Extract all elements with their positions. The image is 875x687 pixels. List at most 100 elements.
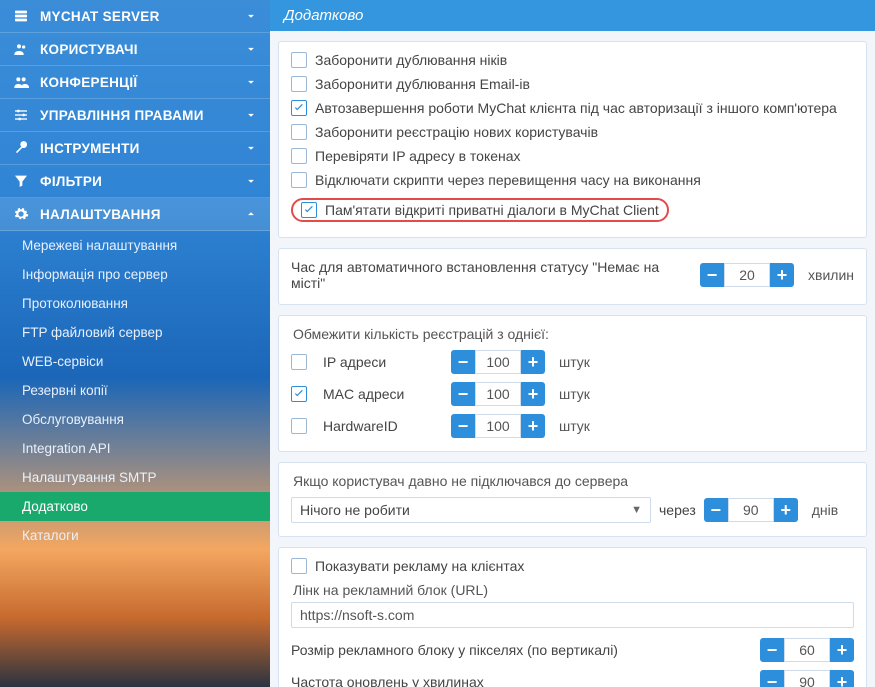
server-icon	[12, 8, 30, 24]
checkbox-label: Автозавершення роботи MyChat клієнта під…	[315, 100, 837, 116]
page-title: Додатково	[270, 0, 875, 31]
checkbox[interactable]	[291, 148, 307, 164]
chevron-down-icon: ▼	[631, 504, 642, 516]
away-status-label: Час для автоматичного встановлення стату…	[291, 259, 692, 291]
chevron-down-icon	[244, 8, 258, 24]
unit-label: штук	[559, 386, 590, 402]
ad-freq-label: Частота оновлень у хвилинах	[291, 674, 752, 687]
decrement-button[interactable]: −	[451, 382, 475, 406]
sidebar: MYCHAT SERVER КОРИСТУВАЧІ КОНФЕРЕНЦІЇ УП…	[0, 0, 270, 687]
nav-label: КОНФЕРЕНЦІЇ	[40, 75, 244, 90]
users-icon	[12, 41, 30, 57]
away-unit: хвилин	[808, 267, 854, 283]
sidebar-sub-item[interactable]: Integration API	[0, 434, 270, 463]
idle-title: Якщо користувач давно не підключався до …	[293, 473, 854, 489]
group-icon	[12, 74, 30, 90]
checkbox-label: Заборонити реєстрацію нових користувачів	[315, 124, 598, 140]
ad-freq-decrement-button[interactable]: −	[760, 670, 784, 687]
reglimit-row-label: HardwareID	[323, 418, 443, 434]
checkbox[interactable]	[291, 52, 307, 68]
away-increment-button[interactable]: +	[770, 263, 794, 287]
ad-size-input[interactable]	[784, 638, 830, 662]
gear-icon	[12, 206, 30, 222]
sidebar-sub-item[interactable]: Обслуговування	[0, 405, 270, 434]
checkbox[interactable]	[291, 386, 307, 402]
checkbox[interactable]	[291, 124, 307, 140]
nav-label: УПРАВЛІННЯ ПРАВАМИ	[40, 108, 244, 123]
increment-button[interactable]: +	[521, 382, 545, 406]
checkbox[interactable]	[291, 354, 307, 370]
decrement-button[interactable]: −	[451, 350, 475, 374]
checks-panel: Заборонити дублювання ніківЗаборонити ду…	[278, 41, 867, 238]
wrench-icon	[12, 140, 30, 156]
idle-action-value: Нічого не робити	[300, 502, 410, 518]
sliders-icon	[12, 107, 30, 123]
ad-freq-increment-button[interactable]: +	[830, 670, 854, 687]
nav-users[interactable]: КОРИСТУВАЧІ	[0, 33, 270, 66]
reglimit-title: Обмежити кількість реєстрацій з однієї:	[293, 326, 854, 342]
idle-increment-button[interactable]: +	[774, 498, 798, 522]
ad-size-increment-button[interactable]: +	[830, 638, 854, 662]
checkbox-label: Заборонити дублювання ніків	[315, 52, 507, 68]
sidebar-sub-item[interactable]: Резервні копії	[0, 376, 270, 405]
ad-panel: Показувати рекламу на клієнтах Лінк на р…	[278, 547, 867, 687]
idle-value-input[interactable]	[728, 498, 774, 522]
decrement-button[interactable]: −	[451, 414, 475, 438]
reglimit-row-label: IP адреси	[323, 354, 443, 370]
ad-show-checkbox[interactable]	[291, 558, 307, 574]
reglimit-value-input[interactable]	[475, 350, 521, 374]
ad-freq-input[interactable]	[784, 670, 830, 687]
content-area: Додатково Заборонити дублювання ніківЗаб…	[270, 0, 875, 687]
idle-panel: Якщо користувач давно не підключався до …	[278, 462, 867, 537]
away-value-input[interactable]	[724, 263, 770, 287]
checkbox[interactable]	[301, 202, 317, 218]
increment-button[interactable]: +	[521, 414, 545, 438]
nav-conferences[interactable]: КОНФЕРЕНЦІЇ	[0, 66, 270, 99]
nav-mychat-server[interactable]: MYCHAT SERVER	[0, 0, 270, 33]
sidebar-sub-item[interactable]: FTP файловий сервер	[0, 318, 270, 347]
idle-unit: днів	[812, 502, 838, 518]
nav-label: КОРИСТУВАЧІ	[40, 42, 244, 57]
chevron-down-icon	[244, 140, 258, 156]
idle-after-label: через	[659, 502, 696, 518]
increment-button[interactable]: +	[521, 350, 545, 374]
checkbox[interactable]	[291, 418, 307, 434]
checkbox[interactable]	[291, 76, 307, 92]
ad-size-label: Розмір рекламного блоку у пікселях (по в…	[291, 642, 752, 658]
nav-label: MYCHAT SERVER	[40, 9, 244, 24]
sidebar-sub-item[interactable]: WEB-сервіси	[0, 347, 270, 376]
nav-tools[interactable]: ІНСТРУМЕНТИ	[0, 132, 270, 165]
away-decrement-button[interactable]: −	[700, 263, 724, 287]
ad-show-label: Показувати рекламу на клієнтах	[315, 558, 524, 574]
idle-action-select[interactable]: Нічого не робити ▼	[291, 497, 651, 523]
funnel-icon	[12, 173, 30, 189]
reglimit-value-input[interactable]	[475, 414, 521, 438]
nav-settings[interactable]: НАЛАШТУВАННЯ	[0, 198, 270, 231]
nav-filters[interactable]: ФІЛЬТРИ	[0, 165, 270, 198]
checkbox-label: Перевіряти IP адресу в токенах	[315, 148, 521, 164]
sidebar-sub-item[interactable]: Налаштування SMTP	[0, 463, 270, 492]
checkbox-label: Пам'ятати відкриті приватні діалоги в My…	[325, 202, 659, 218]
reglimit-panel: Обмежити кількість реєстрацій з однієї: …	[278, 315, 867, 452]
sidebar-sub-item[interactable]: Інформація про сервер	[0, 260, 270, 289]
away-panel: Час для автоматичного встановлення стату…	[278, 248, 867, 305]
chevron-down-icon	[244, 74, 258, 90]
ad-url-label: Лінк на рекламний блок (URL)	[293, 582, 854, 598]
checkbox-label: Відключати скрипти через перевищення час…	[315, 172, 701, 188]
checkbox[interactable]	[291, 100, 307, 116]
sidebar-sub-item[interactable]: Додатково	[0, 492, 270, 521]
checkbox[interactable]	[291, 172, 307, 188]
ad-size-decrement-button[interactable]: −	[760, 638, 784, 662]
sidebar-sub-item[interactable]: Каталоги	[0, 521, 270, 550]
nav-label: ФІЛЬТРИ	[40, 174, 244, 189]
idle-decrement-button[interactable]: −	[704, 498, 728, 522]
reglimit-value-input[interactable]	[475, 382, 521, 406]
nav-label: ІНСТРУМЕНТИ	[40, 141, 244, 156]
unit-label: штук	[559, 418, 590, 434]
nav-rights[interactable]: УПРАВЛІННЯ ПРАВАМИ	[0, 99, 270, 132]
ad-url-input[interactable]	[291, 602, 854, 628]
chevron-up-icon	[244, 206, 258, 222]
sidebar-sub-item[interactable]: Мережеві налаштування	[0, 231, 270, 260]
sidebar-sub-item[interactable]: Протоколювання	[0, 289, 270, 318]
chevron-down-icon	[244, 41, 258, 57]
